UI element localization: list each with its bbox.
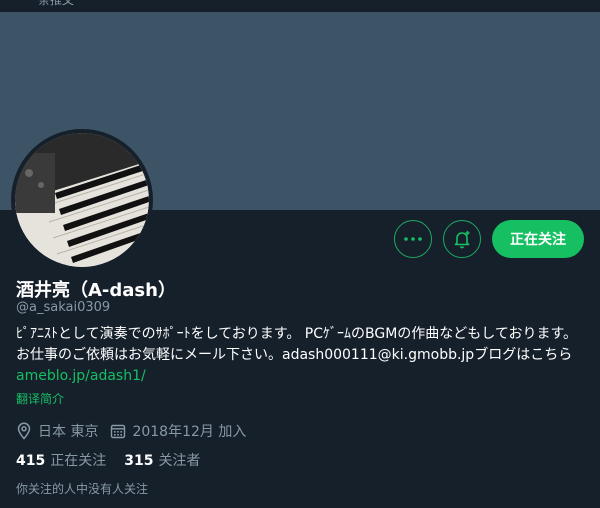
- profile-handle: @a_sakai0309: [16, 300, 111, 315]
- joined-text: 2018年12月 加入: [132, 424, 247, 440]
- followers-stat[interactable]: 315 关注者: [124, 450, 200, 470]
- followers-count: 315: [124, 453, 154, 469]
- avatar[interactable]: [11, 129, 153, 271]
- location-pin-icon: [17, 422, 31, 440]
- following-button[interactable]: 正在关注: [492, 220, 584, 258]
- top-bar: 条推文: [0, 0, 600, 12]
- profile-bio: ﾋﾟｱﾆｽﾄとして演奏でのｻﾎﾟｰﾄをしております。 PCｹﾞｰﾑのBGMの作曲…: [16, 324, 586, 387]
- location-item: 日本 東京: [16, 421, 98, 441]
- mutual-followers-text: 你关注的人中没有人关注: [16, 482, 149, 496]
- more-dots-icon: [404, 237, 422, 241]
- following-count: 415: [16, 453, 46, 469]
- bio-link[interactable]: ameblo.jp/adash1/: [16, 368, 146, 384]
- translate-bio-link[interactable]: 翻译简介: [16, 390, 64, 407]
- followers-label: 关注者: [158, 453, 201, 469]
- following-label: 正在关注: [50, 453, 107, 469]
- notifications-button[interactable]: [443, 220, 481, 258]
- profile-meta: 日本 東京 2018年12月 加入: [16, 421, 258, 441]
- profile-name: 酒井亮（A-dash）: [16, 280, 176, 301]
- bio-text: ﾋﾟｱﾆｽﾄとして演奏でのｻﾎﾟｰﾄをしております。 PCｹﾞｰﾑのBGMの作曲…: [16, 326, 578, 363]
- bell-plus-icon: [454, 231, 470, 249]
- calendar-icon: [111, 424, 126, 439]
- following-stat[interactable]: 415 正在关注: [16, 450, 106, 470]
- joined-item: 2018年12月 加入: [110, 421, 246, 441]
- location-text: 日本 東京: [38, 424, 99, 440]
- avatar-image: [15, 133, 149, 267]
- tweet-count-text: 条推文: [38, 0, 75, 7]
- profile-stats: 415 正在关注 315 关注者: [16, 450, 218, 470]
- more-button[interactable]: [394, 220, 432, 258]
